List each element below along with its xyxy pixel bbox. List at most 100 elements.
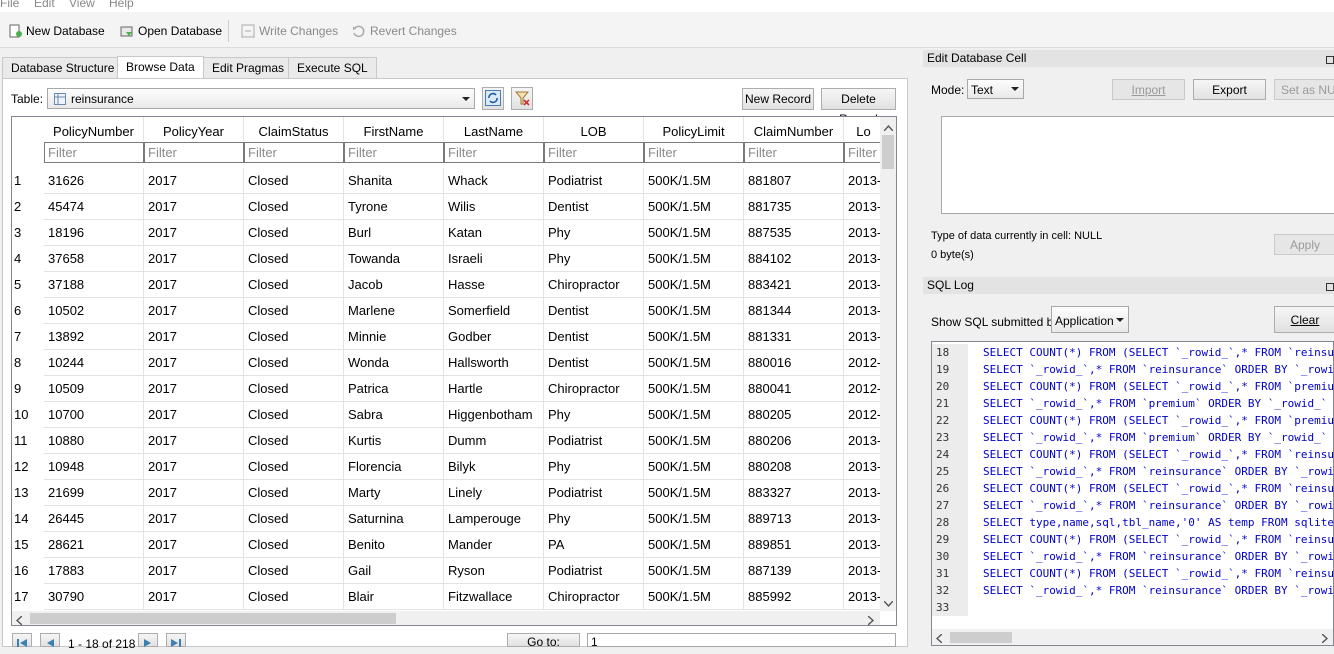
table-cell[interactable]: 880041 (744, 376, 844, 402)
table-cell[interactable]: 2017 (144, 428, 244, 454)
new-record-button[interactable]: New Record (742, 88, 814, 110)
table-cell[interactable]: 2013- (844, 168, 884, 194)
table-cell[interactable]: 500K/1.5M (644, 584, 744, 610)
table-cell[interactable]: Israeli (444, 246, 544, 272)
table-cell[interactable]: 500K/1.5M (644, 428, 744, 454)
table-cell[interactable]: 887139 (744, 558, 844, 584)
table-cell[interactable]: Closed (244, 376, 344, 402)
table-cell[interactable]: Closed (244, 246, 344, 272)
column-filter-input[interactable]: Filter (544, 142, 644, 163)
table-cell[interactable]: Podiatrist (544, 168, 644, 194)
table-cell[interactable]: 2017 (144, 298, 244, 324)
table-cell[interactable]: 500K/1.5M (644, 402, 744, 428)
table-cell[interactable]: Dentist (544, 194, 644, 220)
horizontal-scroll-thumb[interactable] (30, 613, 396, 624)
new-database-button[interactable]: New Database (8, 22, 105, 40)
table-cell[interactable]: Saturnina (344, 506, 444, 532)
table-cell[interactable]: 2017 (144, 558, 244, 584)
table-cell[interactable]: Closed (244, 428, 344, 454)
column-header[interactable]: ClaimNumber (744, 117, 844, 141)
table-cell[interactable]: Hasse (444, 272, 544, 298)
table-cell[interactable]: 881344 (744, 298, 844, 324)
mode-select[interactable]: Text (967, 79, 1024, 99)
table-cell[interactable]: Closed (244, 454, 344, 480)
table-cell[interactable]: 2017 (144, 324, 244, 350)
table-cell[interactable]: 17883 (44, 558, 144, 584)
table-cell[interactable]: Higgenbotham (444, 402, 544, 428)
table-cell[interactable]: Shanita (344, 168, 444, 194)
table-cell[interactable]: Whack (444, 168, 544, 194)
table-cell[interactable]: 18196 (44, 220, 144, 246)
table-cell[interactable]: Jacob (344, 272, 444, 298)
table-select[interactable]: reinsurance (47, 88, 475, 109)
table-cell[interactable]: 2017 (144, 506, 244, 532)
table-cell[interactable]: Mander (444, 532, 544, 558)
table-cell[interactable]: PA (544, 532, 644, 558)
table-cell[interactable]: Closed (244, 350, 344, 376)
table-cell[interactable]: 2013- (844, 454, 884, 480)
table-cell[interactable]: Patrica (344, 376, 444, 402)
table-cell[interactable]: Florencia (344, 454, 444, 480)
table-cell[interactable]: Phy (544, 246, 644, 272)
goto-button[interactable]: Go to: (507, 633, 580, 649)
table-cell[interactable]: Podiatrist (544, 428, 644, 454)
table-cell[interactable]: 2013- (844, 272, 884, 298)
table-cell[interactable]: Phy (544, 220, 644, 246)
table-cell[interactable]: 2013- (844, 298, 884, 324)
table-cell[interactable]: Dentist (544, 298, 644, 324)
column-filter-input[interactable]: Filter (844, 142, 884, 163)
table-cell[interactable]: Bilyk (444, 454, 544, 480)
table-cell[interactable]: 883327 (744, 480, 844, 506)
table-cell[interactable]: Burl (344, 220, 444, 246)
table-cell[interactable]: 881331 (744, 324, 844, 350)
table-cell[interactable]: 883421 (744, 272, 844, 298)
row-number[interactable]: 7 (12, 324, 44, 350)
table-cell[interactable]: 2013- (844, 532, 884, 558)
table-cell[interactable]: Podiatrist (544, 480, 644, 506)
table-cell[interactable]: Wonda (344, 350, 444, 376)
table-cell[interactable]: 2017 (144, 454, 244, 480)
row-number[interactable]: 9 (12, 376, 44, 402)
table-cell[interactable]: Closed (244, 272, 344, 298)
table-cell[interactable]: Closed (244, 324, 344, 350)
table-cell[interactable]: 881735 (744, 194, 844, 220)
table-cell[interactable]: Marty (344, 480, 444, 506)
table-cell[interactable]: 500K/1.5M (644, 246, 744, 272)
table-cell[interactable]: Chiropractor (544, 584, 644, 610)
table-cell[interactable]: Closed (244, 402, 344, 428)
delete-record-button[interactable]: Delete Record (821, 88, 896, 126)
table-cell[interactable]: Towanda (344, 246, 444, 272)
tab-edit-pragmas[interactable]: Edit Pragmas (203, 57, 294, 78)
table-cell[interactable]: 2013- (844, 558, 884, 584)
table-cell[interactable]: 2017 (144, 272, 244, 298)
tab-database-structure[interactable]: Database Structure (2, 57, 124, 78)
sql-log-hscrollbar[interactable] (932, 629, 1333, 645)
table-cell[interactable]: 500K/1.5M (644, 350, 744, 376)
table-cell[interactable]: Dumm (444, 428, 544, 454)
column-header[interactable]: ClaimStatus (244, 117, 344, 141)
row-number[interactable]: 11 (12, 428, 44, 454)
row-number[interactable]: 15 (12, 532, 44, 558)
vertical-scrollbar[interactable] (880, 117, 896, 611)
table-cell[interactable]: Godber (444, 324, 544, 350)
table-cell[interactable]: Hallsworth (444, 350, 544, 376)
table-cell[interactable]: Benito (344, 532, 444, 558)
column-header[interactable]: PolicyLimit (644, 117, 744, 141)
table-cell[interactable]: Marlene (344, 298, 444, 324)
next-record-button[interactable] (138, 633, 158, 647)
table-cell[interactable]: 2017 (144, 376, 244, 402)
undock-icon[interactable] (1326, 52, 1334, 69)
open-database-button[interactable]: Open Database (120, 22, 222, 40)
table-cell[interactable]: 500K/1.5M (644, 454, 744, 480)
table-cell[interactable]: 884102 (744, 246, 844, 272)
table-cell[interactable]: 26445 (44, 506, 144, 532)
row-number[interactable]: 12 (12, 454, 44, 480)
horizontal-scrollbar[interactable] (12, 611, 880, 625)
table-cell[interactable]: 500K/1.5M (644, 220, 744, 246)
tab-browse-data[interactable]: Browse Data (117, 56, 204, 79)
table-cell[interactable]: 500K/1.5M (644, 532, 744, 558)
column-header[interactable]: LastName (444, 117, 544, 141)
row-number[interactable]: 13 (12, 480, 44, 506)
table-cell[interactable]: 2012- (844, 350, 884, 376)
table-cell[interactable]: 2012- (844, 402, 884, 428)
